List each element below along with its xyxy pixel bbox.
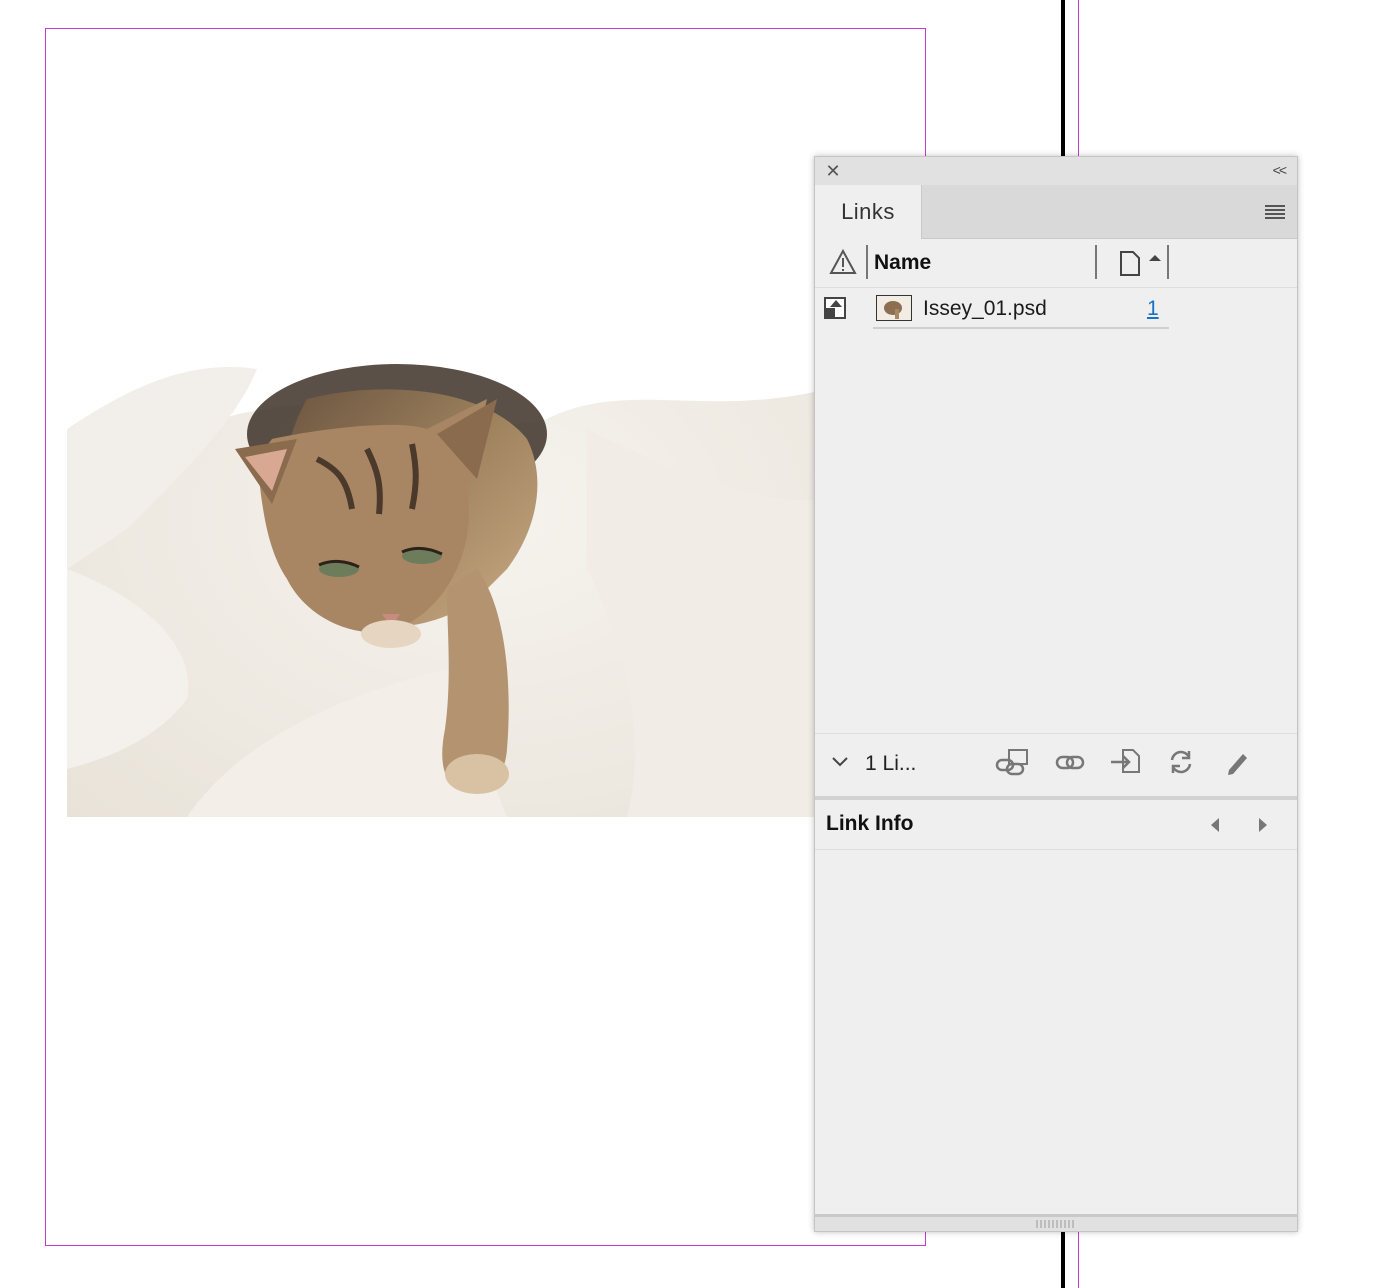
go-to-link-icon[interactable] [1109, 748, 1141, 776]
edit-original-icon[interactable] [1225, 748, 1251, 776]
next-link-icon[interactable] [1257, 816, 1269, 834]
panel-resize-footer[interactable] [815, 1214, 1297, 1231]
panel-menu-icon[interactable] [1265, 205, 1285, 219]
link-count-label: 1 Li... [865, 752, 917, 775]
update-link-icon[interactable] [1167, 748, 1195, 776]
relink-icon[interactable] [1055, 748, 1085, 776]
row-divider [873, 327, 1169, 329]
close-icon[interactable]: ✕ [825, 162, 841, 180]
link-thumbnail [876, 295, 912, 321]
column-name[interactable]: Name [874, 251, 931, 275]
link-row[interactable]: Issey_01.psd 1 [817, 289, 1169, 329]
column-separator[interactable] [866, 245, 868, 279]
link-name: Issey_01.psd [923, 297, 1047, 320]
collapse-panel-icon[interactable]: << [1273, 162, 1287, 178]
column-separator[interactable] [1167, 245, 1169, 279]
resize-grip-icon[interactable] [1035, 1219, 1075, 1229]
column-separator[interactable] [1095, 245, 1097, 279]
embedded-status-icon [824, 297, 846, 319]
link-page-number[interactable]: 1 [1147, 297, 1159, 321]
previous-link-icon[interactable] [1209, 816, 1221, 834]
panel-titlebar[interactable]: ✕ << [815, 157, 1297, 186]
links-toolbar: 1 Li... [815, 733, 1297, 800]
panel-tabbar: Links [815, 185, 1297, 239]
links-column-header: Name [815, 239, 1297, 288]
chevron-down-icon[interactable] [831, 756, 849, 768]
links-panel: ✕ << Links Name Issey_01.psd 1 1 Li... L… [814, 156, 1298, 1232]
link-info-header: Link Info [815, 799, 1297, 850]
page-column-sort-icon[interactable] [1119, 249, 1165, 277]
status-warning-icon[interactable] [829, 249, 857, 275]
relink-from-cc-icon[interactable] [993, 748, 1031, 776]
tab-links[interactable]: Links [815, 185, 922, 239]
link-info-title: Link Info [826, 812, 914, 835]
placed-cat-image[interactable] [67, 269, 827, 817]
